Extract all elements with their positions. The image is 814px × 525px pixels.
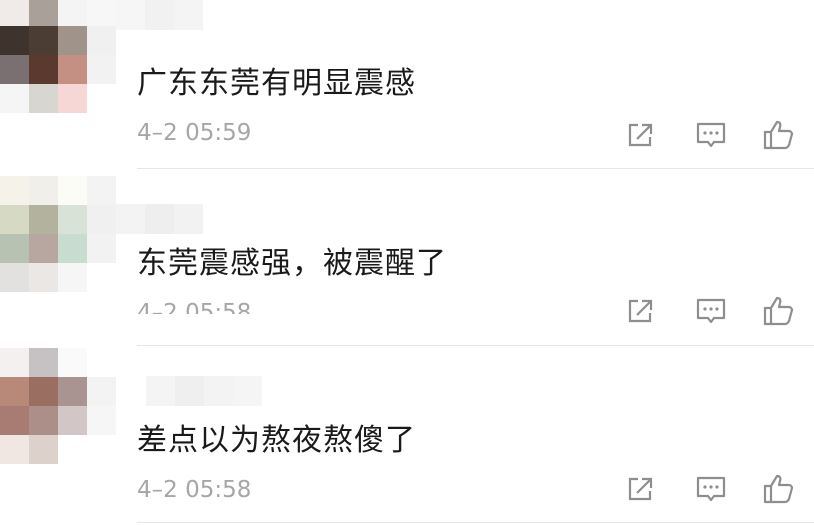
avatar-mosaic-cell xyxy=(29,84,58,113)
avatar-mosaic-cell xyxy=(29,176,58,205)
avatar-mosaic-cell xyxy=(87,0,116,26)
avatar-mosaic-cell xyxy=(29,55,58,84)
avatar-mosaic-cell xyxy=(87,263,116,292)
share-icon[interactable] xyxy=(624,472,658,506)
avatar-mosaic-cell xyxy=(58,176,87,205)
like-icon[interactable] xyxy=(761,294,795,328)
comment-item: 差点以为熬夜熬傻了 4–2 05:58 xyxy=(0,348,814,525)
username-blurred xyxy=(146,376,296,406)
avatar-mosaic-cell xyxy=(58,55,87,84)
comment-text: 东莞震感强，被震醒了 xyxy=(137,246,447,281)
avatar-mosaic-cell xyxy=(58,234,87,263)
divider xyxy=(137,345,814,346)
avatar-mosaic-cell xyxy=(87,377,116,406)
avatar-mosaic-cell xyxy=(0,234,29,263)
comment-icon[interactable] xyxy=(694,294,728,328)
avatar-mosaic-cell xyxy=(0,205,29,234)
avatar-mosaic-cell xyxy=(58,26,87,55)
avatar-mosaic-cell xyxy=(0,0,29,26)
avatar-mosaic-cell xyxy=(87,234,116,263)
share-icon[interactable] xyxy=(624,294,658,328)
avatar-mosaic-cell xyxy=(29,234,58,263)
avatar-mosaic-cell xyxy=(0,377,29,406)
avatar-mosaic-cell xyxy=(0,263,29,292)
comment-text: 差点以为熬夜熬傻了 xyxy=(137,423,416,458)
avatar-mosaic-cell xyxy=(87,348,116,377)
avatar-mosaic-cell xyxy=(29,205,58,234)
avatar-mosaic-cell xyxy=(58,435,87,464)
like-icon[interactable] xyxy=(761,472,795,506)
avatar-mosaic-cell xyxy=(0,55,29,84)
avatar-mosaic-cell xyxy=(87,26,116,55)
comment-time: 4–2 05:58 xyxy=(137,477,252,503)
avatar-mosaic-cell xyxy=(29,348,58,377)
avatar-mosaic-cell xyxy=(0,406,29,435)
avatar-mosaic-cell xyxy=(29,377,58,406)
avatar-mosaic-cell xyxy=(29,435,58,464)
avatar-mosaic-cell xyxy=(87,406,116,435)
username-blurred xyxy=(116,0,236,30)
comment-icon[interactable] xyxy=(694,472,728,506)
avatar-mosaic-cell xyxy=(0,26,29,55)
share-icon[interactable] xyxy=(624,118,658,152)
avatar-mosaic-cell xyxy=(58,406,87,435)
avatar-mosaic-cell xyxy=(58,84,87,113)
avatar[interactable] xyxy=(0,348,116,464)
comment-item: 东莞震感强，被震醒了 4–2 05:58 xyxy=(0,176,814,353)
avatar-mosaic-cell xyxy=(29,263,58,292)
avatar-mosaic-cell xyxy=(29,26,58,55)
avatar-mosaic-cell xyxy=(29,406,58,435)
avatar-mosaic-cell xyxy=(0,84,29,113)
avatar-mosaic-cell xyxy=(87,176,116,205)
avatar-mosaic-cell xyxy=(58,263,87,292)
avatar-mosaic-cell xyxy=(0,176,29,205)
avatar-mosaic-cell xyxy=(87,55,116,84)
comment-icon[interactable] xyxy=(694,118,728,152)
avatar-mosaic-cell xyxy=(58,0,87,26)
avatar[interactable] xyxy=(0,0,116,113)
avatar-mosaic-cell xyxy=(29,0,58,26)
divider xyxy=(137,522,814,523)
comment-text: 广东东莞有明显震感 xyxy=(137,66,416,101)
avatar-mosaic-cell xyxy=(58,377,87,406)
avatar-mosaic-cell xyxy=(87,205,116,234)
avatar[interactable] xyxy=(0,176,116,292)
username-blurred xyxy=(116,204,206,234)
divider xyxy=(137,168,814,169)
comment-time: 4–2 05:59 xyxy=(137,120,252,146)
avatar-mosaic-cell xyxy=(87,435,116,464)
avatar-mosaic-cell xyxy=(0,348,29,377)
avatar-mosaic-cell xyxy=(58,348,87,377)
like-icon[interactable] xyxy=(761,118,795,152)
comment-time-partial: 4–2 05:58 xyxy=(137,300,252,314)
comment-item: 广东东莞有明显震感 4–2 05:59 xyxy=(0,0,814,177)
avatar-mosaic-cell xyxy=(87,84,116,113)
avatar-mosaic-cell xyxy=(58,205,87,234)
avatar-mosaic-cell xyxy=(0,435,29,464)
